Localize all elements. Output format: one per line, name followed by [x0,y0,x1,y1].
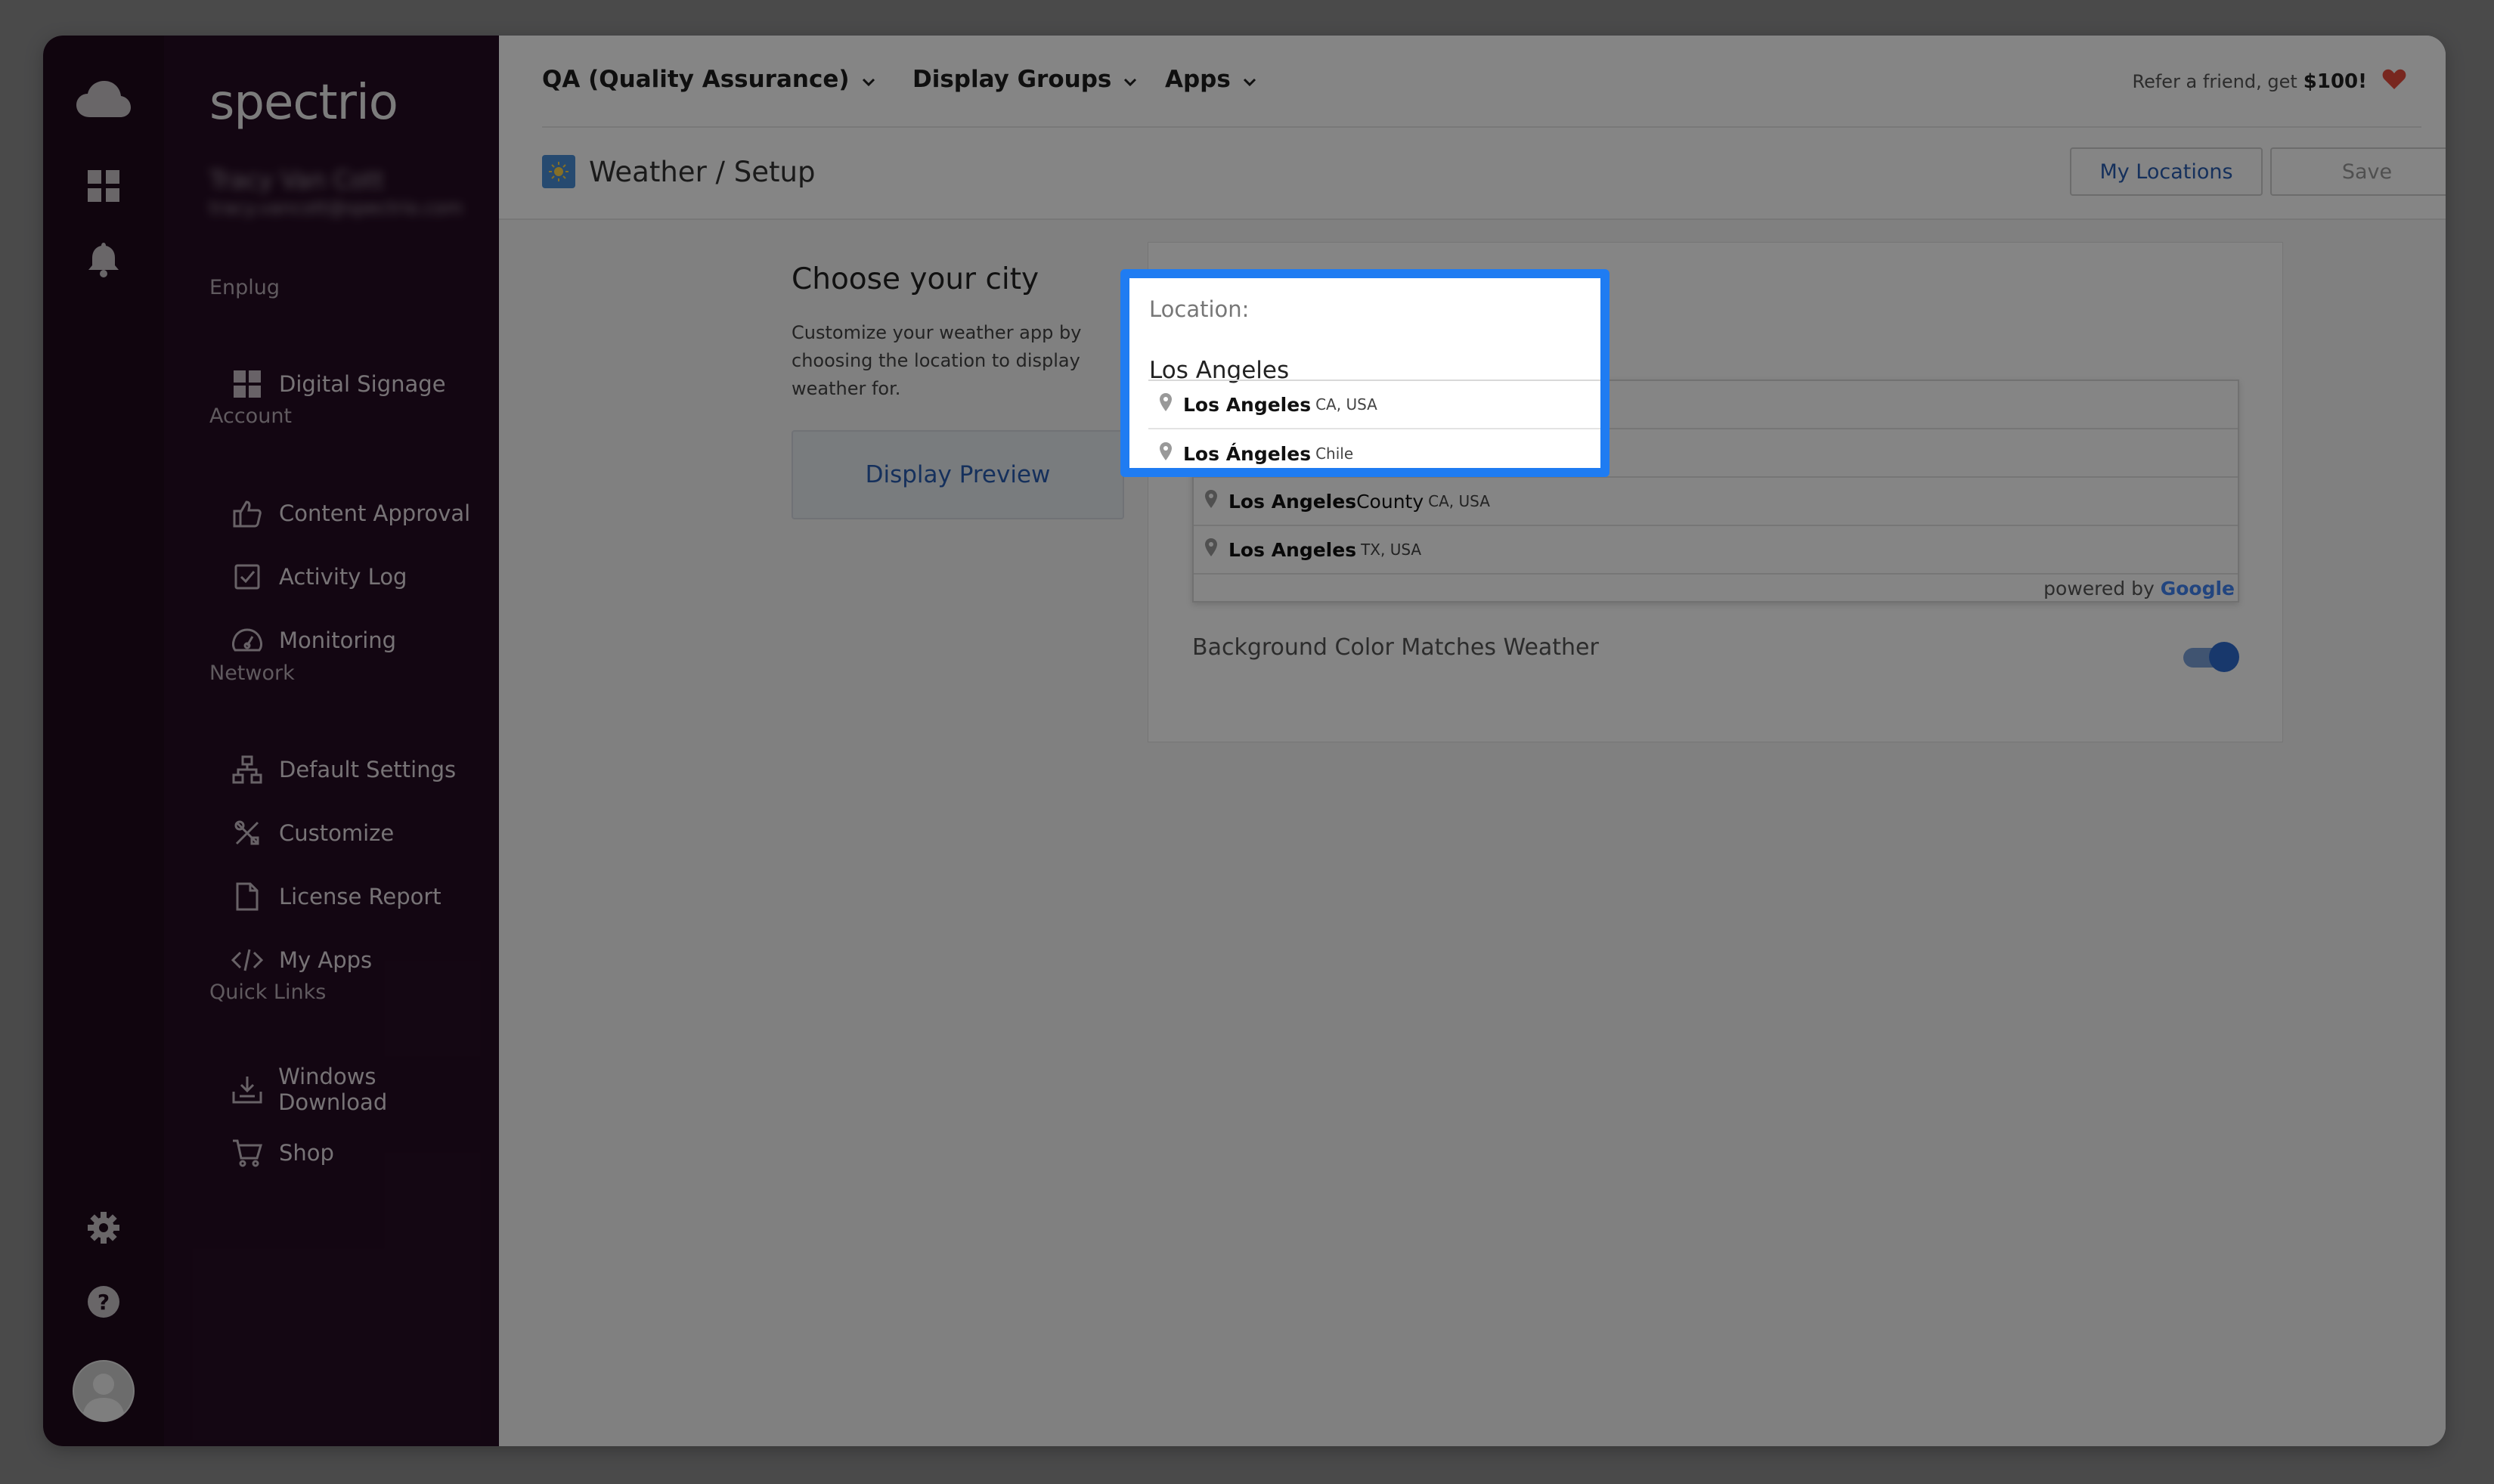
heart-icon [2382,69,2406,94]
main-content: QA (Quality Assurance) Display Groups Ap… [499,36,2446,1446]
sidebar-item-customize[interactable]: Customize [231,810,488,856]
map-pin-icon [1204,538,1218,562]
map-pin-icon [1159,392,1173,417]
sidebar-item-activity-log[interactable]: Activity Log [231,554,488,599]
suggestion-main: Los Angeles [1183,393,1312,416]
toggle-knob [2209,642,2239,672]
gauge-icon [231,624,264,657]
sidebar-item-digital-signage[interactable]: Digital Signage [231,361,488,407]
document-icon [231,880,264,913]
sidebar-item-label: Monitoring [279,627,397,653]
map-pin-icon [1159,441,1173,466]
suggestion-secondary: CA, USA [1428,492,1490,510]
thumbs-up-icon [231,497,264,530]
breadcrumb: Weather / Setup [542,155,815,188]
suggestion-main: Los Ángeles [1183,442,1312,465]
chevron-down-icon [1123,66,1137,93]
nav-label: Apps [1165,66,1231,93]
refer-text: Refer a friend, get [2132,71,2297,92]
nav-dropdown-account[interactable]: QA (Quality Assurance) [542,66,875,93]
nav-dropdown-display-groups[interactable]: Display Groups [912,66,1137,93]
gear-icon[interactable] [88,1212,119,1244]
powered-by-google: powered by Google [2043,578,2235,599]
toggle-label: Background Color Matches Weather [1192,634,1599,661]
section-title: Choose your city [792,262,1039,296]
download-icon [231,1073,263,1106]
list-item[interactable]: Los ÁngelesChile [1148,429,1600,468]
sidebar-item-windows-download[interactable]: Windows Download [231,1064,488,1115]
sidebar-item-label: Default Settings [279,757,457,782]
nav-dropdown-apps[interactable]: Apps [1165,66,1256,93]
save-button[interactable]: Save [2270,147,2446,196]
sidebar-item-label: Activity Log [279,564,407,590]
bell-icon[interactable] [88,243,119,277]
sidebar-item-label: Windows Download [278,1064,388,1115]
cart-icon [231,1136,264,1170]
sidebar-item-label: My Apps [279,947,373,973]
my-locations-button[interactable]: My Locations [2070,147,2263,196]
refer-link[interactable]: Refer a friend, get $100! [2132,69,2406,94]
help-icon[interactable]: ? [88,1286,119,1318]
section-description: Customize your weather app by choosing t… [792,322,1082,399]
sidebar-item-license-report[interactable]: License Report [231,874,488,919]
section-label-network: Network [209,661,295,685]
sidebar-item-default-settings[interactable]: Default Settings [231,747,488,792]
nav-label: Display Groups [912,66,1112,93]
sidebar-item-content-approval[interactable]: Content Approval [231,491,488,536]
suggestion-main: Los Angeles [1228,490,1357,513]
section-label-quick-links: Quick Links [209,981,327,1004]
powered-by-text: powered by [2043,578,2155,599]
list-item[interactable]: Los Angeles TX, USA [1194,526,2238,575]
avatar[interactable] [73,1360,135,1422]
svg-text:?: ? [98,1290,110,1315]
user-name: Tracy Van Cott [209,166,384,194]
location-highlight: Location: Los AngelesCA, USA Los Ángeles… [1120,269,1609,477]
location-label: Location: [1149,296,1250,322]
chevron-down-icon [1243,66,1256,93]
highlighted-suggestions: Los Angeles CA, USA Los Ángeles Chile [1148,380,1600,468]
weather-app-icon [542,155,575,188]
sidebar-item-label: Shop [279,1140,334,1166]
section-label-enplug: Enplug [209,276,280,299]
list-item[interactable]: Los Angeles County CA, USA [1194,478,2238,526]
sidebar-item-label: Customize [279,820,395,846]
sidebar-item-label: Content Approval [279,500,471,526]
nav-label: QA (Quality Assurance) [542,66,850,93]
intro-panel: Choose your city Customize your weather … [792,262,1124,403]
code-icon [231,943,264,977]
sidebar-item-my-apps[interactable]: My Apps [231,937,488,983]
top-bar: QA (Quality Assurance) Display Groups Ap… [499,36,2446,128]
checkbox-icon [231,560,264,593]
chevron-down-icon [862,66,875,93]
grid-icon [231,367,264,401]
sidebar-item-monitoring[interactable]: Monitoring [231,618,488,663]
list-item[interactable]: Los AngelesCA, USA [1148,381,1600,429]
suggestion-main: Los Angeles [1228,538,1357,561]
display-preview-button[interactable]: Display Preview [792,430,1124,519]
cloud-icon[interactable] [76,79,131,119]
sidebar-item-shop[interactable]: Shop [231,1130,488,1176]
sidebar-item-label: License Report [279,884,441,909]
suggestion-secondary: Chile [1315,445,1354,463]
suggestion-extra: County [1356,490,1424,513]
suggestion-secondary: TX, USA [1361,541,1422,559]
map-pin-icon [1204,489,1218,513]
google-logo-text: Google [2160,578,2235,599]
sidebar-item-label: Digital Signage [279,371,446,397]
spectrio-logo: spectrio [209,75,398,131]
suggestion-secondary: CA, USA [1315,395,1377,414]
page-title: Weather / Setup [589,155,816,188]
network-icon [231,753,264,786]
refer-amount: $100! [2303,70,2367,93]
app-window: ? spectrio Tracy Van Cott tracy.vancott@… [43,36,2446,1446]
user-email: tracy.vancott@spectrio.com [209,197,463,218]
sidebar: spectrio Tracy Van Cott tracy.vancott@sp… [164,36,499,1446]
background-color-toggle[interactable] [2183,642,2239,672]
dashboard-grid-icon[interactable] [88,170,119,202]
icon-rail: ? [43,36,164,1446]
tools-icon [231,816,264,850]
section-label-account: Account [209,404,293,428]
